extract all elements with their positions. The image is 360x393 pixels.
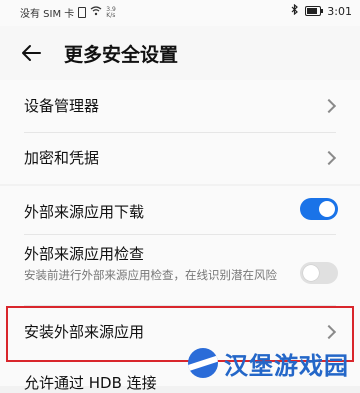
status-time: 3:01 [327, 4, 352, 18]
carrier-text: 没有 SIM 卡 [20, 9, 75, 20]
page-header: 更多安全设置 [0, 26, 360, 80]
device-manager-label: 设备管理器 [24, 97, 100, 115]
credentials-label: 加密和凭据 [24, 149, 100, 167]
arrow-left-icon[interactable] [20, 42, 42, 64]
watermark-logo-icon [188, 348, 218, 378]
watermark-text: 汉堡游戏园 [224, 351, 349, 380]
watermark: 汉堡游戏园 [188, 340, 360, 386]
speed-unit: K/s [106, 11, 116, 19]
status-bar: 没有 SIM 卡 3.9 K/s 3:01 [0, 0, 360, 26]
bluetooth-icon [291, 3, 299, 18]
hdb-label: 允许通过 HDB 连接 [24, 374, 157, 392]
battery-icon [305, 6, 324, 16]
sim-icon [78, 7, 87, 18]
external-download-row[interactable]: 外部来源应用下载 [0, 186, 360, 234]
settings-card-general: 设备管理器 加密和凭据 [0, 80, 360, 184]
toggle-knob [319, 201, 335, 217]
network-speed: 3.9 K/s [106, 6, 116, 19]
external-check-toggle[interactable] [300, 262, 338, 284]
chevron-right-icon [321, 98, 337, 114]
external-check-row[interactable]: 外部来源应用检查 安装前进行外部来源应用检查，在线识别潜在风险 [0, 235, 360, 305]
wifi-icon [90, 6, 102, 19]
external-download-label: 外部来源应用下载 [24, 203, 145, 221]
external-check-label: 外部来源应用检查 [24, 245, 145, 263]
device-manager-row[interactable]: 设备管理器 [0, 80, 360, 132]
toggle-knob [303, 265, 319, 281]
page-title: 更多安全设置 [64, 44, 179, 66]
battery-fill [307, 8, 317, 14]
credentials-row[interactable]: 加密和凭据 [0, 133, 360, 184]
external-download-toggle[interactable] [300, 198, 338, 220]
external-check-description: 安装前进行外部来源应用检查，在线识别潜在风险 [24, 268, 277, 282]
chevron-right-icon [321, 150, 337, 166]
status-left: 没有 SIM 卡 3.9 K/s [20, 5, 116, 20]
status-right: 3:01 [291, 3, 352, 18]
